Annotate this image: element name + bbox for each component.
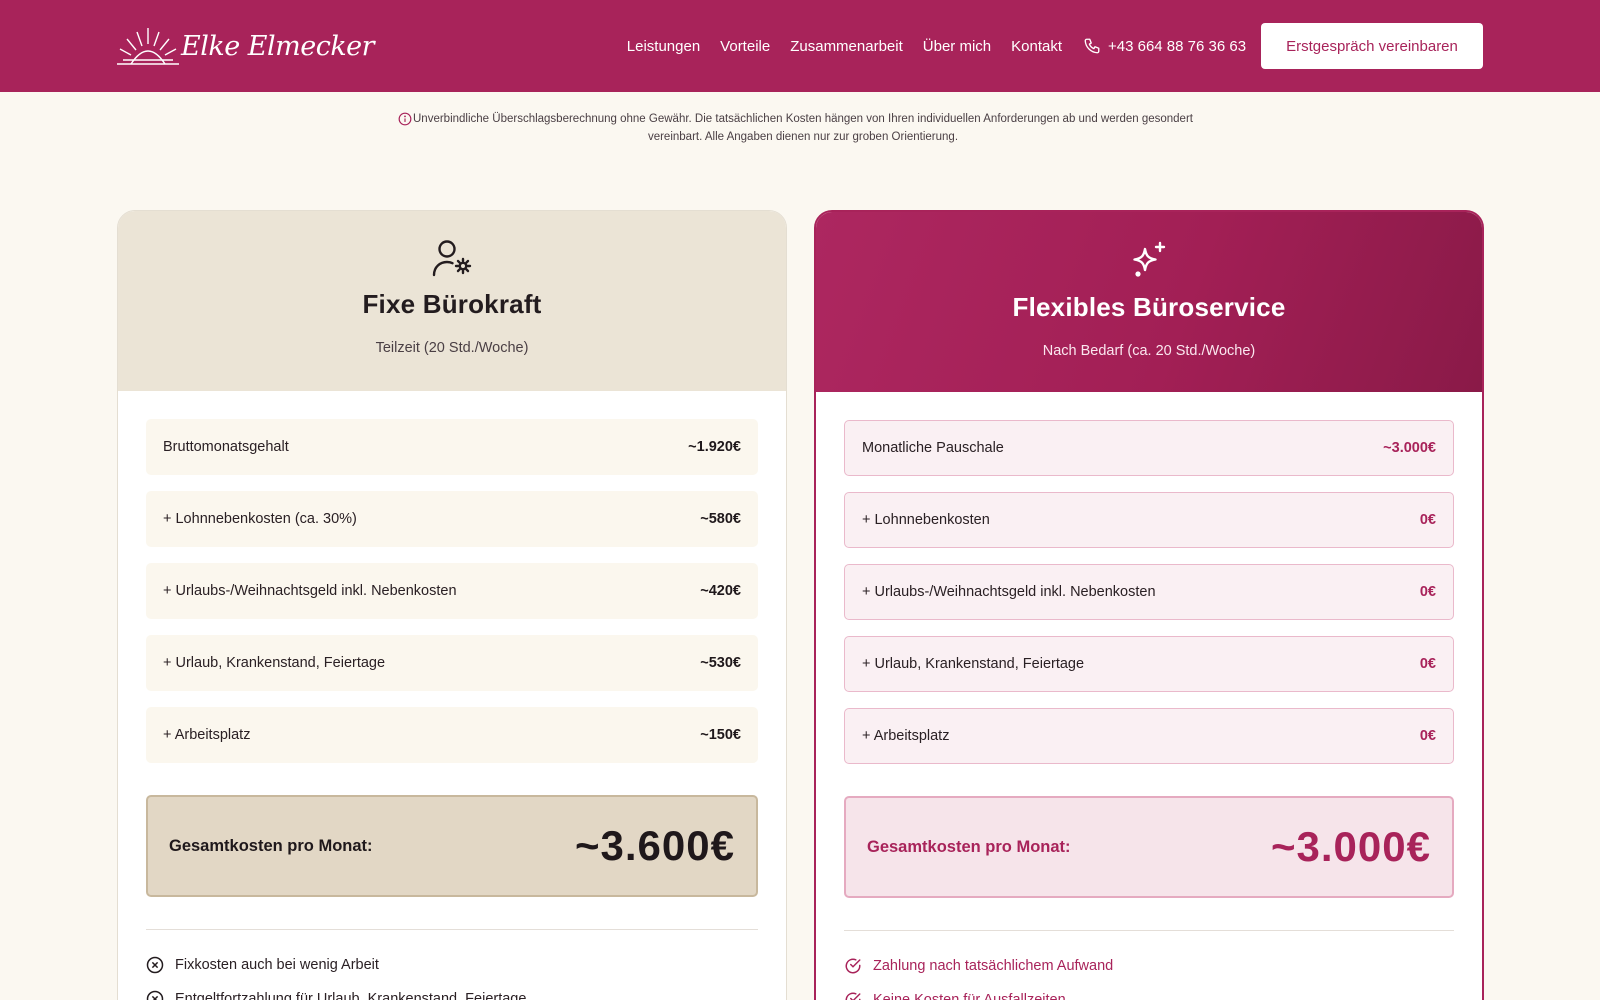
cost-value: ~3.000€: [1383, 440, 1436, 456]
cost-label: Bruttomonatsgehalt: [163, 439, 289, 455]
nav-link-ueber-mich[interactable]: Über mich: [923, 38, 991, 55]
logo[interactable]: Elke Elmecker: [117, 22, 375, 70]
nav-link-kontakt[interactable]: Kontakt: [1011, 38, 1062, 55]
top-navigation-bar: Elke Elmecker Leistungen Vorteile Zusamm…: [0, 0, 1600, 92]
feature-text: Keine Kosten für Ausfallzeiten: [873, 992, 1066, 1000]
cost-row: + Arbeitsplatz 0€: [844, 708, 1454, 764]
disclaimer: Unverbindliche Überschlagsberechnung ohn…: [398, 110, 1208, 146]
cost-row: + Urlaub, Krankenstand, Feiertage 0€: [844, 636, 1454, 692]
card-subtitle: Teilzeit (20 Std./Woche): [375, 340, 529, 356]
feature-item: Fixkosten auch bei wenig Arbeit: [146, 948, 758, 982]
feature-text: Zahlung nach tatsächlichem Aufwand: [873, 958, 1114, 974]
cost-row: + Urlaubs-/Weihnachtsgeld inkl. Nebenkos…: [844, 564, 1454, 620]
check-circle-icon: [845, 958, 861, 974]
cost-row: Bruttomonatsgehalt ~1.920€: [146, 419, 758, 475]
feature-list: Zahlung nach tatsächlichem Aufwand Keine…: [816, 931, 1482, 1000]
cost-row: + Urlaub, Krankenstand, Feiertage ~530€: [146, 635, 758, 691]
phone-number: +43 664 88 76 36 63: [1108, 37, 1247, 55]
phone-icon: [1084, 38, 1100, 54]
cost-label: + Arbeitsplatz: [163, 727, 251, 743]
main-nav: Leistungen Vorteile Zusammenarbeit Über …: [627, 0, 1062, 92]
card-subtitle: Nach Bedarf (ca. 20 Std./Woche): [1042, 343, 1256, 359]
cost-row: + Lohnnebenkosten (ca. 30%) ~580€: [146, 491, 758, 547]
cost-value: 0€: [1419, 656, 1436, 672]
check-circle-icon: [845, 992, 861, 1000]
nav-link-vorteile[interactable]: Vorteile: [720, 38, 770, 55]
cost-value: 0€: [1419, 584, 1436, 600]
feature-list: Fixkosten auch bei wenig Arbeit Entgeltf…: [118, 930, 786, 1000]
cost-value: ~1.920€: [688, 439, 741, 455]
feature-item: Keine Kosten für Ausfallzeiten: [844, 983, 1454, 1000]
cost-label: + Lohnnebenkosten: [862, 512, 990, 528]
total-box: Gesamtkosten pro Monat: ~3.000€: [844, 796, 1454, 898]
nav-link-zusammenarbeit[interactable]: Zusammenarbeit: [790, 38, 903, 55]
x-circle-icon: [146, 990, 164, 1000]
feature-text: Entgeltfortzahlung für Urlaub, Krankenst…: [175, 991, 527, 1000]
cost-row: + Urlaubs-/Weihnachtsgeld inkl. Nebenkos…: [146, 563, 758, 619]
x-circle-icon: [146, 956, 164, 974]
cost-rows: Bruttomonatsgehalt ~1.920€ + Lohnnebenko…: [118, 391, 786, 763]
sun-icon: [117, 28, 179, 65]
total-box: Gesamtkosten pro Monat: ~3.600€: [146, 795, 758, 897]
sparkles-icon: [1133, 241, 1166, 277]
total-value: ~3.600€: [575, 822, 735, 869]
feature-item: Zahlung nach tatsächlichem Aufwand: [844, 949, 1454, 983]
cost-value: ~580€: [700, 511, 741, 527]
phone-link[interactable]: +43 664 88 76 36 63: [1083, 0, 1246, 92]
flexible-service-card: Flexibles Büroservice Nach Bedarf (ca. 2…: [814, 210, 1484, 1000]
card-title: Fixe Bürokraft: [362, 289, 542, 319]
cost-value: 0€: [1419, 728, 1436, 744]
cost-label: + Urlaubs-/Weihnachtsgeld inkl. Nebenkos…: [862, 584, 1156, 600]
cost-rows: Monatliche Pauschale ~3.000€ + Lohnneben…: [816, 392, 1482, 764]
cost-label: Monatliche Pauschale: [862, 440, 1004, 456]
total-value: ~3.000€: [1271, 823, 1431, 870]
cost-value: ~150€: [700, 727, 741, 743]
cost-label: + Urlaubs-/Weihnachtsgeld inkl. Nebenkos…: [163, 583, 457, 599]
cost-label: + Urlaub, Krankenstand, Feiertage: [163, 655, 386, 671]
logo-text: Elke Elmecker: [181, 30, 375, 62]
disclaimer-text: Unverbindliche Überschlagsberechnung ohn…: [413, 113, 1193, 143]
cost-value: ~420€: [700, 583, 741, 599]
cost-row: + Lohnnebenkosten 0€: [844, 492, 1454, 548]
cost-value: 0€: [1419, 512, 1436, 528]
cost-row: + Arbeitsplatz ~150€: [146, 707, 758, 763]
feature-item: Entgeltfortzahlung für Urlaub, Krankenst…: [146, 982, 758, 1000]
nav-link-leistungen[interactable]: Leistungen: [627, 38, 700, 55]
total-label: Gesamtkosten pro Monat:: [867, 837, 1071, 856]
cost-value: ~530€: [700, 655, 741, 671]
fixed-staff-card: Fixe Bürokraft Teilzeit (20 Std./Woche) …: [117, 210, 787, 1000]
cost-label: + Arbeitsplatz: [862, 728, 950, 744]
card-title: Flexibles Büroservice: [1012, 292, 1286, 322]
cta-button[interactable]: Erstgespräch vereinbaren: [1261, 23, 1483, 69]
user-gear-icon: [432, 240, 472, 277]
cost-row: Monatliche Pauschale ~3.000€: [844, 420, 1454, 476]
info-icon: [398, 112, 412, 126]
card-header: Fixe Bürokraft Teilzeit (20 Std./Woche): [118, 211, 786, 391]
cost-label: + Lohnnebenkosten (ca. 30%): [163, 511, 357, 527]
total-label: Gesamtkosten pro Monat:: [169, 836, 373, 855]
card-header: Flexibles Büroservice Nach Bedarf (ca. 2…: [816, 212, 1482, 392]
feature-text: Fixkosten auch bei wenig Arbeit: [175, 957, 379, 973]
cost-label: + Urlaub, Krankenstand, Feiertage: [862, 656, 1085, 672]
